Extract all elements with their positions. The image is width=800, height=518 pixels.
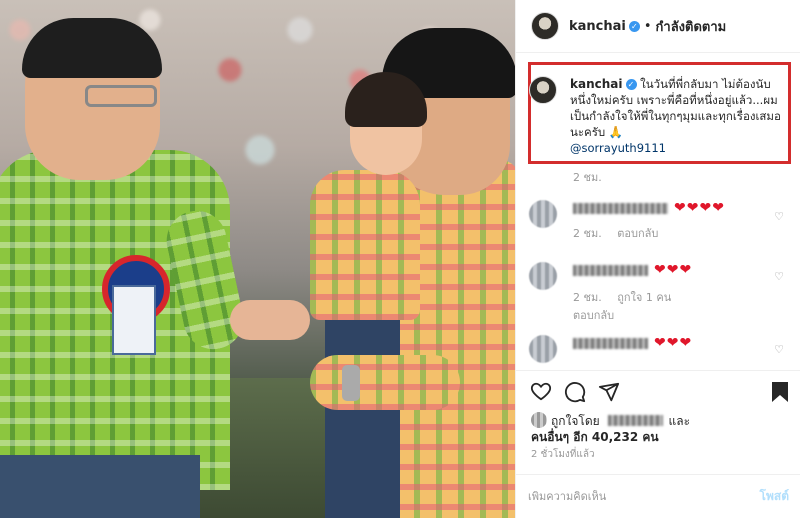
following-button[interactable]: กำลังติดตาม [656,16,727,37]
comment-item: ❤❤❤❤ 2 ชม. ตอบกลับ ♡ [529,200,794,242]
likes-summary: ถูกใจโดย และ คนอื่นๆ อีก 40,232 คน [531,412,791,445]
post-photo[interactable] [0,0,515,518]
caption-avatar[interactable] [529,76,557,104]
verified-badge-icon: ✓ [625,79,637,90]
reply-button[interactable]: ตอบกลับ [617,227,658,240]
paper-plane-icon[interactable] [598,381,620,406]
comment-input[interactable] [528,490,760,503]
left-man-glasses [85,85,157,107]
blurred-username[interactable] [573,264,648,276]
heart-outline-icon[interactable] [530,381,552,404]
blurred-username[interactable] [573,202,668,214]
commenter-avatar[interactable] [529,262,557,290]
left-man-jeans [0,455,200,518]
author-avatar[interactable] [531,12,559,40]
post-caption: kanchai ✓ ในวันที่พี่กลับมา ไม่ต้องนับหนึ… [529,76,789,156]
caption-timestamp[interactable]: 2 ชม. [573,168,602,186]
bookmark-icon[interactable] [771,381,789,406]
post-time-ago[interactable]: 2 ชั่วโมงที่แล้ว [531,447,595,462]
liked-by-others-link[interactable]: คนอื่นๆ อีก 40,232 คน [531,430,659,444]
liked-by-prefix: ถูกใจโดย [551,414,600,428]
post-sidebar: kanchai ✓ • กำลังติดตาม kanchai ✓ ในวันที… [515,0,800,518]
liked-by-and: และ [668,414,691,428]
heart-emoji-text: ❤❤❤ [654,335,693,351]
id-badge [112,285,156,355]
right-man-arm [310,355,460,410]
left-man-hair [22,18,162,78]
comment-like-heart-icon[interactable]: ♡ [774,343,784,356]
comment-like-heart-icon[interactable]: ♡ [774,210,784,223]
wristwatch [342,365,360,401]
commenter-avatar[interactable] [529,335,557,363]
blurred-liker-name[interactable] [607,415,663,426]
reply-button[interactable]: ตอบกลับ [573,309,614,322]
heart-emoji-text: ❤❤❤ [654,262,693,278]
comment-like-heart-icon[interactable]: ♡ [774,270,784,283]
comment-item: ❤❤❤ 2 ชม. ถูกใจ 1 คน ตอบกลับ ♡ [529,262,794,324]
caption-username[interactable]: kanchai [570,77,623,91]
commenter-avatar[interactable] [529,200,557,228]
liker-avatar[interactable] [531,412,547,428]
heart-emoji-text: ❤❤❤❤ [674,200,725,216]
separator-dot: • [643,18,652,34]
left-man-hand [230,300,310,340]
comment-timestamp[interactable]: 2 ชม. [573,227,602,240]
post-header: kanchai ✓ • กำลังติดตาม [516,0,800,53]
comment-timestamp[interactable]: 2 ชม. [573,291,602,304]
comment-likes-count[interactable]: ถูกใจ 1 คน [617,291,671,304]
mention-link[interactable]: @sorrayuth9111 [570,141,666,155]
post-comment-button[interactable]: โพสต์ [760,487,789,506]
action-bar [516,370,800,410]
blurred-username[interactable] [573,337,648,349]
comment-bubble-icon[interactable] [564,381,586,406]
comment-item: ❤❤❤ ♡ [529,335,794,363]
child-shirt [310,170,420,320]
caption-text: kanchai ✓ ในวันที่พี่กลับมา ไม่ต้องนับหนึ… [570,76,785,156]
add-comment-bar: โพสต์ [516,474,800,518]
author-username[interactable]: kanchai [569,19,626,34]
verified-badge-icon: ✓ [628,20,640,32]
